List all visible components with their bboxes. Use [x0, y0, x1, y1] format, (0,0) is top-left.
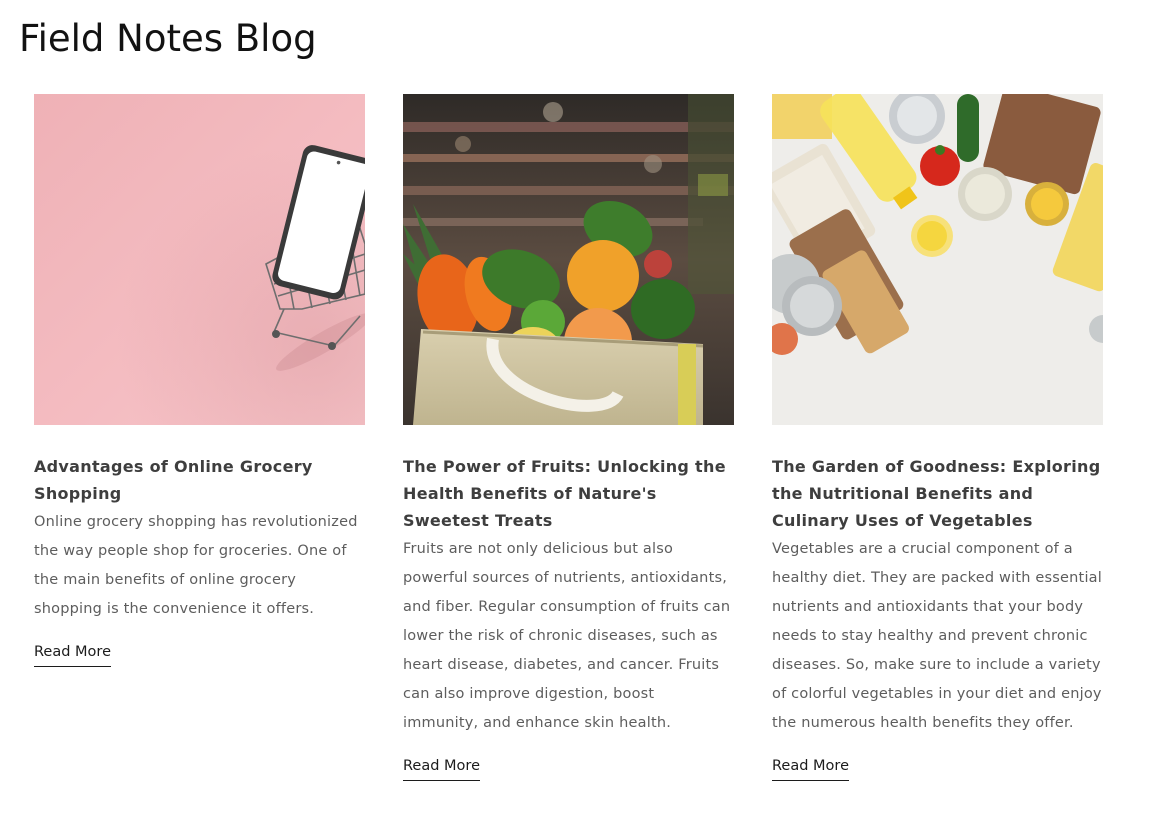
article-image-link[interactable] — [772, 94, 1103, 425]
article-title-link[interactable]: The Garden of Goodness: Exploring the Nu… — [772, 457, 1100, 530]
article-image-link[interactable] — [403, 94, 734, 425]
phone-in-shopping-cart-image — [34, 94, 365, 425]
blog-title: Field Notes Blog — [19, 17, 317, 60]
article-title: The Garden of Goodness: Exploring the Nu… — [772, 453, 1103, 534]
article-card: Advantages of Online Grocery Shopping On… — [34, 94, 365, 667]
article-grid: Advantages of Online Grocery Shopping On… — [34, 94, 1104, 781]
pantry-groceries-flatlay-image — [772, 94, 1103, 425]
article-card: The Power of Fruits: Unlocking the Healt… — [403, 94, 734, 781]
article-card: The Garden of Goodness: Exploring the Nu… — [772, 94, 1103, 781]
article-image-link[interactable] — [34, 94, 365, 425]
article-excerpt: Vegetables are a crucial component of a … — [772, 541, 1102, 731]
fruit-grocery-bag-image — [403, 94, 734, 425]
article-title: The Power of Fruits: Unlocking the Healt… — [403, 453, 734, 534]
article-title: Advantages of Online Grocery Shopping — [34, 453, 365, 507]
article-title-link[interactable]: The Power of Fruits: Unlocking the Healt… — [403, 457, 726, 530]
article-title-link[interactable]: Advantages of Online Grocery Shopping — [34, 457, 313, 503]
read-more-link[interactable]: Read More — [34, 639, 111, 667]
article-excerpt: Fruits are not only delicious but also p… — [403, 541, 731, 731]
read-more-link[interactable]: Read More — [403, 753, 480, 781]
read-more-link[interactable]: Read More — [772, 753, 849, 781]
article-excerpt: Online grocery shopping has revolutioniz… — [34, 514, 358, 617]
